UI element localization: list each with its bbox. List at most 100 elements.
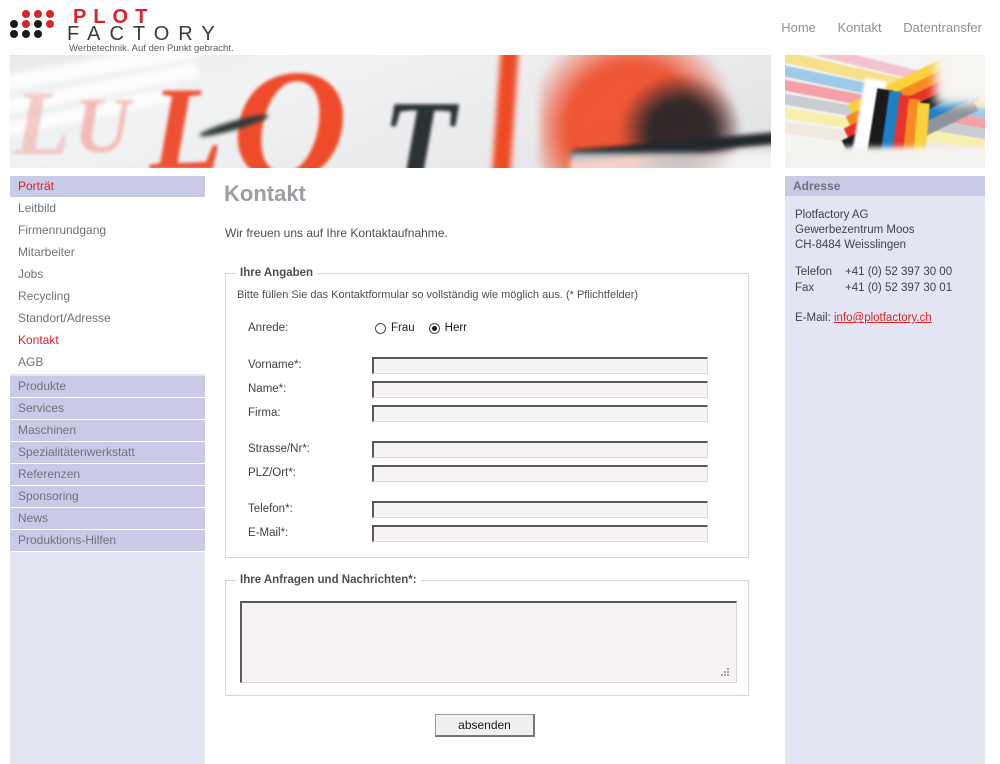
submit-button[interactable]: absenden: [435, 714, 535, 737]
field-row-strasse: Strasse/Nr*:: [234, 437, 740, 461]
sidebar-item-produktions-hilfen[interactable]: Produktions-Hilfen: [10, 530, 205, 552]
field-row-telefon: Telefon*:: [234, 497, 740, 521]
input-email[interactable]: [372, 524, 708, 542]
banner-image-right: [785, 55, 985, 168]
logo-dot-grid-icon: [10, 10, 66, 40]
sidebar-item-mitarbeiter[interactable]: Mitarbeiter: [10, 242, 205, 264]
label-name: Name*:: [248, 383, 287, 395]
input-name[interactable]: [372, 380, 708, 398]
fax-value: +41 (0) 52 397 30 01: [845, 282, 953, 294]
contact-form: Ihre Angaben Bitte füllen Sie das Kontak…: [215, 267, 775, 737]
banner-image-left: L U L O T: [10, 55, 771, 168]
field-row-vorname: Vorname*:: [234, 353, 740, 377]
table-row: Fax +41 (0) 52 397 30 01: [795, 281, 952, 297]
field-row-plz-ort: PLZ/Ort*:: [234, 461, 740, 485]
page-header: PLOT FACTORY Werbetechnik. Auf den Punkt…: [0, 0, 1000, 54]
address-city: CH-8484 Weisslingen: [795, 239, 907, 251]
email-link[interactable]: info@plotfactory.ch: [834, 312, 932, 324]
page-title: Kontakt: [224, 181, 306, 206]
sidebar-item-portraet[interactable]: Porträt: [10, 176, 205, 198]
topnav-item-home[interactable]: Home: [781, 20, 816, 35]
banner-strip: L U L O T: [0, 55, 1000, 168]
sidebar-item-news[interactable]: News: [10, 508, 205, 530]
form-required-note: Bitte füllen Sie das Kontaktformular so …: [237, 289, 639, 301]
topnav-item-datentransfer[interactable]: Datentransfer: [903, 20, 982, 35]
left-sidebar: Porträt Leitbild Firmenrundgang Mitarbei…: [10, 176, 205, 764]
sidebar-item-kontakt[interactable]: Kontakt: [10, 330, 205, 352]
logo-dot: [10, 30, 18, 38]
logo-dot: [46, 10, 54, 18]
address-contact-table: Telefon +41 (0) 52 397 30 00 Fax +41 (0)…: [795, 265, 952, 297]
address-heading: Adresse: [785, 176, 985, 196]
submit-row: absenden: [215, 714, 755, 737]
sidebar-item-firmenrundgang[interactable]: Firmenrundgang: [10, 220, 205, 242]
personal-details-fieldset: Ihre Angaben Bitte füllen Sie das Kontak…: [225, 267, 749, 558]
sidebar-item-produkte[interactable]: Produkte: [10, 376, 205, 398]
salutation-radio-group: Frau Herr: [372, 322, 481, 334]
label-telefon: Telefon*:: [248, 503, 293, 515]
personal-details-legend: Ihre Angaben: [240, 267, 314, 279]
label-strasse-nr: Strasse/Nr*:: [248, 443, 310, 455]
logo-dot: [10, 20, 18, 28]
row-spacer: [234, 425, 740, 437]
input-plz-ort[interactable]: [372, 464, 708, 482]
salutation-option-frau[interactable]: Frau: [375, 322, 415, 334]
sidebar-item-standort-adresse[interactable]: Standort/Adresse: [10, 308, 205, 330]
right-sidebar: Adresse Plotfactory AG Gewerbezentrum Mo…: [785, 176, 985, 764]
salutation-row: Anrede: Frau Herr: [234, 315, 740, 341]
sidebar-item-leitbild[interactable]: Leitbild: [10, 198, 205, 220]
logo-dot: [34, 10, 42, 18]
logo-dot: [22, 10, 30, 18]
input-message[interactable]: [240, 601, 737, 683]
input-telefon[interactable]: [372, 500, 708, 518]
topnav-item-kontakt[interactable]: Kontakt: [838, 20, 882, 35]
label-plz-ort: PLZ/Ort*:: [248, 467, 296, 479]
sidebar-item-jobs[interactable]: Jobs: [10, 264, 205, 286]
salutation-option-frau-label: Frau: [391, 322, 415, 334]
top-navigation: Home Kontakt Datentransfer: [781, 20, 982, 35]
fax-label: Fax: [795, 282, 815, 294]
field-row-firma: Firma:: [234, 401, 740, 425]
logo-dot: [22, 30, 30, 38]
address-block: Plotfactory AG Gewerbezentrum Moos CH-84…: [785, 196, 985, 326]
logo-dot: [34, 20, 42, 28]
main-column: Kontakt Wir freuen uns auf Ihre Kontakta…: [215, 176, 775, 764]
radio-herr-icon[interactable]: [428, 322, 440, 334]
sidebar-item-agb[interactable]: AGB: [10, 352, 205, 374]
input-firma[interactable]: [372, 404, 708, 422]
logo-dot: [22, 20, 30, 28]
sidebar-item-services[interactable]: Services: [10, 398, 205, 420]
page-intro-text: Wir freuen uns auf Ihre Kontaktaufnahme.: [225, 226, 448, 240]
sidebar-item-maschinen[interactable]: Maschinen: [10, 420, 205, 442]
sidebar-item-recycling[interactable]: Recycling: [10, 286, 205, 308]
email-label: E-Mail:: [795, 312, 831, 324]
label-firma: Firma:: [248, 407, 281, 419]
field-row-email: E-Mail*:: [234, 521, 740, 545]
salutation-option-herr-label: Herr: [444, 322, 468, 334]
row-spacer: [234, 341, 740, 353]
input-vorname[interactable]: [372, 356, 708, 374]
page-content: Porträt Leitbild Firmenrundgang Mitarbei…: [0, 176, 1000, 764]
site-logo[interactable]: PLOT FACTORY Werbetechnik. Auf den Punkt…: [10, 4, 240, 54]
phone-value: +41 (0) 52 397 30 00: [845, 266, 953, 278]
input-strasse-nr[interactable]: [372, 440, 708, 458]
table-row: Telefon +41 (0) 52 397 30 00: [795, 265, 952, 281]
salutation-label: Anrede:: [248, 322, 289, 334]
phone-label: Telefon: [795, 266, 833, 278]
message-fieldset: Ihre Anfragen und Nachrichten*:: [225, 574, 749, 696]
logo-dot: [34, 30, 42, 38]
label-email: E-Mail*:: [248, 527, 289, 539]
row-spacer: [234, 485, 740, 497]
sidebar-item-spezialitaetenwerkstatt[interactable]: Spezialitätenwerkstatt: [10, 442, 205, 464]
message-legend: Ihre Anfragen und Nachrichten*:: [240, 574, 417, 586]
address-street: Gewerbezentrum Moos: [795, 224, 915, 236]
sidebar-item-sponsoring[interactable]: Sponsoring: [10, 486, 205, 508]
salutation-option-herr[interactable]: Herr: [428, 322, 468, 334]
field-row-name: Name*:: [234, 377, 740, 401]
label-vorname: Vorname*:: [248, 359, 302, 371]
address-company: Plotfactory AG: [795, 209, 869, 221]
sidebar-item-referenzen[interactable]: Referenzen: [10, 464, 205, 486]
logo-dot: [46, 20, 54, 28]
logo-tagline: Werbetechnik. Auf den Punkt gebracht.: [69, 43, 234, 54]
radio-frau-icon[interactable]: [375, 322, 386, 334]
